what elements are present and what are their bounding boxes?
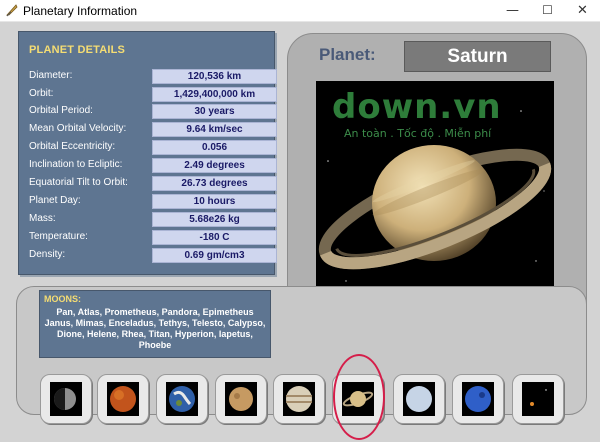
planet-button-pluto[interactable] [512, 374, 564, 424]
planet-button-uranus[interactable] [393, 374, 445, 424]
planet-button-earth[interactable] [156, 374, 208, 424]
detail-value: 120,536 km [152, 69, 277, 84]
close-button[interactable]: ✕ [565, 0, 600, 21]
planet-image: down.vn An toàn . Tốc độ . Miễn phí [316, 81, 554, 320]
moons-panel: MOONS: Pan, Atlas, Prometheus, Pandora, … [39, 290, 271, 358]
detail-label: Mass: [29, 213, 56, 224]
detail-value: 5.68e26 kg [152, 212, 277, 227]
planet-button-venus[interactable] [97, 374, 149, 424]
selected-planet-highlight [333, 354, 385, 440]
neptune-icon [465, 386, 491, 412]
detail-label: Inclination to Ecliptic: [29, 159, 123, 170]
feather-app-icon [6, 4, 18, 17]
detail-value: -180 C [152, 230, 277, 245]
watermark-subtext: An toàn . Tốc độ . Miễn phí [344, 127, 492, 140]
planet-name-display: Saturn [404, 41, 551, 72]
earth-icon [169, 386, 195, 412]
planet-button-mars[interactable] [215, 374, 267, 424]
jupiter-icon [286, 386, 312, 412]
detail-label: Orbital Period: [29, 105, 93, 116]
detail-value: 2.49 degrees [152, 158, 277, 173]
detail-label: Orbit: [29, 88, 54, 99]
planet-details-panel: PLANET DETAILS Diameter: 120,536 km Orbit… [18, 31, 277, 275]
detail-row-orbital-period: Orbital Period: 30 years [29, 104, 277, 119]
moons-list: Pan, Atlas, Prometheus, Pandora, Epimeth… [44, 307, 266, 350]
detail-value: 26.73 degrees [152, 176, 277, 191]
detail-label: Diameter: [29, 70, 73, 81]
mars-icon [229, 387, 253, 411]
detail-row-orbital-velocity: Mean Orbital Velocity: 9.64 km/sec [29, 122, 277, 137]
detail-row-planet-day: Planet Day: 10 hours [29, 194, 277, 209]
detail-label: Planet Day: [29, 195, 81, 206]
detail-row-orbit: Orbit: 1,429,400,000 km [29, 87, 277, 102]
minimize-button[interactable]: — [495, 0, 530, 21]
detail-label: Density: [29, 249, 66, 260]
detail-row-equatorial-tilt: Equatorial Tilt to Orbit: 26.73 degrees [29, 176, 277, 191]
mercury-icon [54, 388, 76, 410]
detail-value: 9.64 km/sec [152, 122, 277, 137]
watermark-text: down.vn [332, 87, 502, 127]
detail-label: Equatorial Tilt to Orbit: [29, 177, 128, 188]
maximize-button[interactable]: ☐ [530, 0, 565, 21]
planet-details-header: PLANET DETAILS [29, 44, 126, 56]
detail-row-diameter: Diameter: 120,536 km [29, 69, 277, 84]
detail-row-eccentricity: Orbital Eccentricity: 0.056 [29, 140, 277, 155]
window-title: Planetary Information [23, 4, 138, 18]
title-bar: Planetary Information — ☐ ✕ [0, 0, 600, 22]
detail-value: 10 hours [152, 194, 277, 209]
uranus-icon [406, 386, 432, 412]
detail-value: 0.056 [152, 140, 277, 155]
detail-row-temperature: Temperature: -180 C [29, 230, 277, 245]
moons-header: MOONS: [44, 294, 81, 304]
planet-button-neptune[interactable] [452, 374, 504, 424]
detail-row-mass: Mass: 5.68e26 kg [29, 212, 277, 227]
planet-button-mercury[interactable] [40, 374, 92, 424]
planet-label: Planet: [319, 45, 376, 64]
detail-row-inclination: Inclination to Ecliptic: 2.49 degrees [29, 158, 277, 173]
detail-row-density: Density: 0.69 gm/cm3 [29, 248, 277, 263]
pluto-icon [530, 389, 547, 406]
detail-value: 1,429,400,000 km [152, 87, 277, 102]
detail-label: Temperature: [29, 231, 88, 242]
detail-label: Mean Orbital Velocity: [29, 123, 127, 134]
venus-icon [110, 386, 136, 412]
planet-button-jupiter[interactable] [273, 374, 325, 424]
detail-label: Orbital Eccentricity: [29, 141, 116, 152]
detail-value: 30 years [152, 104, 277, 119]
detail-value: 0.69 gm/cm3 [152, 248, 277, 263]
